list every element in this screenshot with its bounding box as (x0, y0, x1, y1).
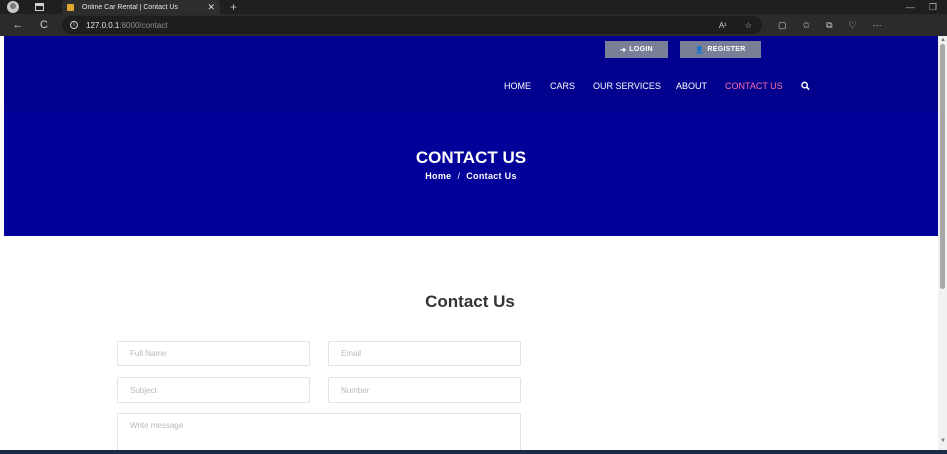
tab-actions-icon[interactable] (35, 3, 44, 11)
nav-our-services[interactable]: OUR SERVICES (593, 81, 661, 91)
reload-icon[interactable]: C (36, 19, 52, 31)
address-bar: ← C i 127.0.0.1:8000/contact A¹ ☆ ▢ ✩ ⧉ … (0, 14, 947, 36)
browser-tab[interactable]: Online Car Rental | Contact Us ✕ (62, 0, 220, 14)
new-tab-icon[interactable]: + (230, 1, 237, 13)
collections-icon[interactable]: ⧉ (826, 20, 832, 31)
register-button[interactable]: 👤 REGISTER (680, 41, 761, 58)
nav-home[interactable]: HOME (504, 81, 531, 91)
register-label: REGISTER (707, 46, 746, 53)
main-nav: HOME CARS OUR SERVICES ABOUT CONTACT US (4, 81, 938, 93)
window-controls: — ❐ (906, 2, 947, 13)
contact-section-title: Contact Us (425, 292, 515, 311)
scroll-down-icon[interactable]: ▼ (940, 438, 946, 444)
number-input[interactable] (328, 377, 521, 403)
nav-cars[interactable]: CARS (550, 81, 575, 91)
favorite-star-icon[interactable]: ☆ (745, 21, 752, 30)
full-name-input[interactable] (117, 341, 310, 366)
url-host: 127.0.0.1 (86, 20, 120, 30)
scroll-up-icon[interactable]: ▲ (940, 37, 946, 43)
login-button[interactable]: ➜ LOGIN (605, 41, 668, 58)
tab-close-icon[interactable]: ✕ (207, 2, 215, 12)
browser-tab-strip: Online Car Rental | Contact Us ✕ + — ❐ (0, 0, 947, 14)
breadcrumb: Home / Contact Us (4, 171, 938, 181)
restore-icon[interactable]: ❐ (929, 2, 937, 13)
more-menu-icon[interactable]: ··· (873, 20, 882, 31)
sign-in-icon: ➜ (620, 46, 627, 54)
message-textarea[interactable] (117, 413, 521, 450)
user-plus-icon: 👤 (695, 46, 705, 54)
login-label: LOGIN (629, 46, 653, 53)
site-info-icon[interactable]: i (70, 21, 78, 29)
url-path: :8000/contact (119, 20, 168, 30)
taskbar-edge (0, 450, 947, 454)
back-icon[interactable]: ← (10, 19, 26, 31)
site-favicon-icon (67, 3, 74, 11)
read-aloud-icon[interactable]: A¹ (719, 21, 727, 30)
url-field[interactable]: i 127.0.0.1:8000/contact A¹ ☆ (62, 16, 762, 34)
breadcrumb-separator: / (457, 171, 461, 181)
subject-input[interactable] (117, 377, 310, 403)
site-header: ➜ LOGIN 👤 REGISTER HOME CARS OUR SERVICE… (4, 36, 938, 111)
nav-about[interactable]: ABOUT (676, 81, 707, 91)
email-input[interactable] (328, 341, 521, 366)
favorites-icon[interactable]: ✩ (803, 20, 811, 31)
page-scrollbar[interactable]: ▲ ▼ (938, 36, 947, 450)
copilot-icon[interactable]: ♡ (849, 20, 857, 31)
search-icon[interactable] (801, 81, 810, 91)
scrollbar-thumb[interactable] (940, 44, 945, 289)
breadcrumb-current: Contact Us (466, 171, 517, 181)
profile-avatar[interactable] (7, 1, 19, 13)
tab-title: Online Car Rental | Contact Us (82, 3, 178, 11)
minimize-icon[interactable]: — (906, 2, 915, 13)
page-banner: CONTACT US Home / Contact Us (4, 111, 938, 236)
breadcrumb-home[interactable]: Home (425, 171, 451, 181)
page-title: CONTACT US (415, 148, 527, 167)
web-page: ➜ LOGIN 👤 REGISTER HOME CARS OUR SERVICE… (4, 36, 938, 450)
nav-contact-us[interactable]: CONTACT US (725, 81, 783, 91)
split-screen-icon[interactable]: ▢ (778, 20, 787, 31)
